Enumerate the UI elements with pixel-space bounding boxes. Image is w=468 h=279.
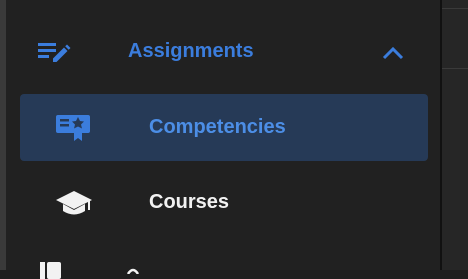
label-fragment bbox=[126, 266, 140, 274]
panel-row-border bbox=[442, 68, 468, 69]
sidebar-item-label: Competencies bbox=[149, 116, 286, 138]
sidebar-item-competencies[interactable]: Competencies bbox=[20, 94, 428, 161]
chevron-up-icon[interactable] bbox=[380, 42, 406, 64]
graduation-cap-icon bbox=[54, 188, 94, 218]
book-icon bbox=[38, 259, 66, 279]
sidebar-item-label: Assignments bbox=[128, 40, 254, 62]
assignment-edit-icon bbox=[36, 40, 72, 66]
sidebar-item-label: Courses bbox=[149, 191, 230, 213]
main-content-panel bbox=[442, 0, 468, 270]
sidebar-item-courses[interactable]: Courses bbox=[6, 178, 440, 228]
sidebar-item-assignments[interactable]: Assignments bbox=[6, 28, 440, 76]
competency-badge-icon bbox=[54, 112, 92, 142]
panel-top-border bbox=[442, 0, 468, 9]
sidebar-item-next[interactable] bbox=[6, 256, 440, 279]
